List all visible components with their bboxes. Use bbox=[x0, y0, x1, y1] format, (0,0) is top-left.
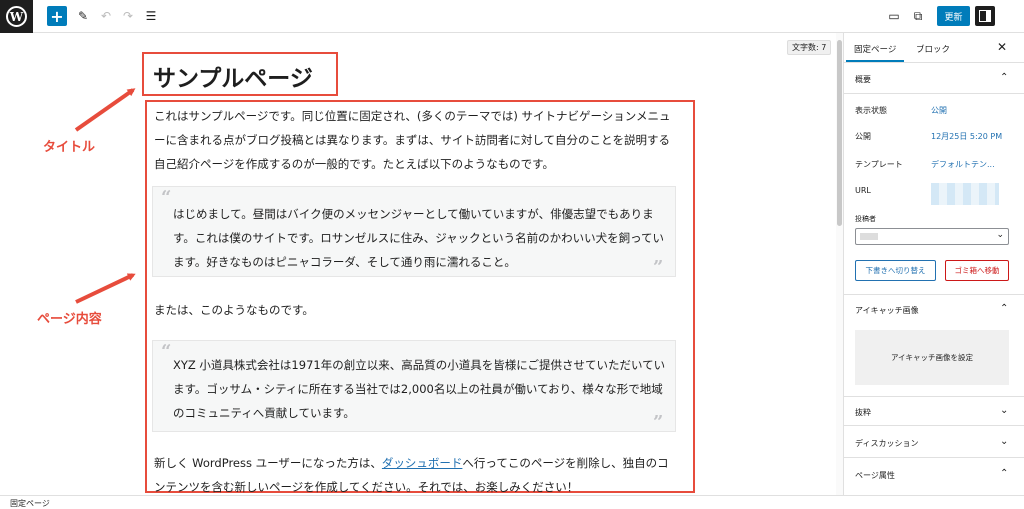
template-value[interactable]: デフォルトテン... bbox=[931, 159, 995, 170]
chevron-down-icon: ⌄ bbox=[996, 230, 1004, 240]
annotation-arrow-title bbox=[74, 88, 136, 132]
panel-attributes-header[interactable]: ページ属性 ⌃ bbox=[844, 460, 1024, 490]
template-label: テンプレート bbox=[855, 160, 903, 169]
url-label: URL bbox=[855, 186, 871, 195]
annotation-arrow-content bbox=[75, 273, 136, 304]
chevron-down-icon: ⌄ bbox=[1000, 436, 1009, 447]
author-value-blurred bbox=[860, 233, 878, 240]
sidebar-tabs: 固定ページ ブロック ✕ bbox=[844, 33, 1024, 63]
chevron-down-icon: ⌄ bbox=[1000, 405, 1009, 416]
settings-sidebar: 固定ページ ブロック ✕ 概要 ⌃ 表示状態 公開 公開 12月25日 5:20… bbox=[843, 33, 1024, 495]
tab-block[interactable]: ブロック bbox=[916, 43, 950, 55]
author-select[interactable]: ⌄ bbox=[855, 228, 1009, 245]
chevron-up-icon: ⌃ bbox=[1000, 72, 1009, 83]
panel-featured-header[interactable]: アイキャッチ画像 ⌃ bbox=[844, 294, 1024, 325]
panel-discussion-header[interactable]: ディスカッション ⌄ bbox=[844, 428, 1024, 458]
set-featured-image-button[interactable]: アイキャッチ画像を設定 bbox=[855, 330, 1009, 385]
url-value-blurred[interactable] bbox=[931, 183, 999, 205]
author-label: 投稿者 bbox=[855, 215, 876, 223]
switch-to-draft-button[interactable]: 下書きへ切り替え bbox=[855, 260, 936, 281]
panel-summary-title: 概要 bbox=[855, 75, 871, 84]
panel-excerpt-title: 抜粋 bbox=[855, 408, 871, 417]
move-to-trash-button[interactable]: ゴミ箱へ移動 bbox=[945, 260, 1009, 281]
panel-featured-title: アイキャッチ画像 bbox=[855, 306, 919, 315]
tab-page[interactable]: 固定ページ bbox=[845, 43, 905, 62]
panel-excerpt-header[interactable]: 抜粋 ⌄ bbox=[844, 396, 1024, 426]
visibility-value[interactable]: 公開 bbox=[931, 105, 947, 116]
publish-date-value[interactable]: 12月25日 5:20 PM bbox=[931, 131, 1002, 142]
breadcrumb[interactable]: 固定ページ bbox=[10, 498, 50, 509]
close-icon[interactable]: ✕ bbox=[997, 40, 1007, 54]
panel-discussion-title: ディスカッション bbox=[855, 439, 919, 448]
chevron-up-icon: ⌃ bbox=[1000, 303, 1009, 314]
panel-attributes-title: ページ属性 bbox=[855, 471, 895, 480]
status-footer: 固定ページ bbox=[0, 495, 1024, 509]
visibility-label: 表示状態 bbox=[855, 106, 887, 115]
publish-label: 公開 bbox=[855, 132, 871, 141]
chevron-up-icon: ⌃ bbox=[1000, 468, 1009, 479]
panel-summary-header[interactable]: 概要 ⌃ bbox=[844, 64, 1024, 94]
